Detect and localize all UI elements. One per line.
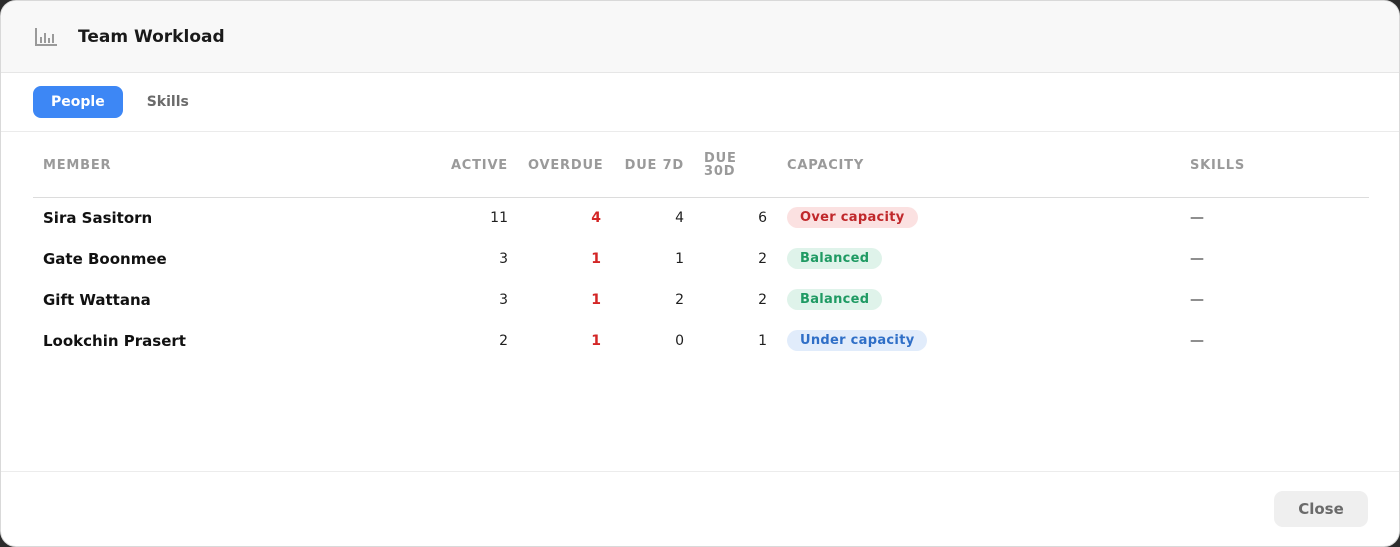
active-count: 11 <box>490 209 508 226</box>
skills-cell: — <box>1190 209 1204 226</box>
bar-chart-icon <box>34 27 58 47</box>
workload-table: Member Active Overdue Due 7D Due 30D Cap… <box>33 134 1369 361</box>
column-header-member: Member <box>33 134 436 198</box>
member-name: Lookchin Prasert <box>43 331 186 350</box>
due-7d-count: 0 <box>675 332 684 349</box>
table-header-row: Member Active Overdue Due 7D Due 30D Cap… <box>33 134 1369 198</box>
member-name: Sira Sasitorn <box>43 208 153 227</box>
capacity-badge: Balanced <box>787 248 883 269</box>
column-header-due-7d: Due 7D <box>611 134 694 198</box>
due-7d-count: 1 <box>675 250 684 267</box>
column-header-skills: Skills <box>1180 134 1369 198</box>
table-row[interactable]: Lookchin Prasert 2 1 0 1 Under capacity … <box>33 320 1369 361</box>
overdue-count: 1 <box>591 250 601 267</box>
skills-cell: — <box>1190 250 1204 267</box>
due-30d-count: 2 <box>758 250 767 267</box>
capacity-badge: Under capacity <box>787 330 928 351</box>
column-header-active: Active <box>436 134 518 198</box>
team-workload-dialog: Team Workload People Skills Member Activ… <box>0 0 1400 547</box>
overdue-count: 1 <box>591 332 601 349</box>
tab-bar: People Skills <box>1 73 1399 132</box>
due-30d-count: 1 <box>758 332 767 349</box>
capacity-cell: Under capacity <box>777 320 1180 361</box>
column-header-due-30d: Due 30D <box>694 134 777 198</box>
capacity-cell: Over capacity <box>777 197 1180 238</box>
tab-skills[interactable]: Skills <box>129 86 207 118</box>
table-row[interactable]: Sira Sasitorn 11 4 4 6 Over capacity — <box>33 197 1369 238</box>
capacity-badge: Over capacity <box>787 207 918 229</box>
close-button[interactable]: Close <box>1274 491 1368 527</box>
skills-cell: — <box>1190 332 1204 349</box>
active-count: 3 <box>499 291 508 308</box>
skills-cell: — <box>1190 291 1204 308</box>
due-7d-count: 2 <box>675 291 684 308</box>
table-row[interactable]: Gift Wattana 3 1 2 2 Balanced — <box>33 279 1369 320</box>
dialog-footer: Close <box>1 471 1399 546</box>
due-30d-count: 2 <box>758 291 767 308</box>
active-count: 2 <box>499 332 508 349</box>
overdue-count: 1 <box>591 291 601 308</box>
overdue-count: 4 <box>591 209 601 226</box>
dialog-title: Team Workload <box>78 26 225 47</box>
column-header-capacity: Capacity <box>777 134 1180 198</box>
capacity-cell: Balanced <box>777 238 1180 279</box>
capacity-cell: Balanced <box>777 279 1180 320</box>
dialog-header: Team Workload <box>1 1 1399 73</box>
capacity-badge: Balanced <box>787 289 883 310</box>
workload-table-wrap: Member Active Overdue Due 7D Due 30D Cap… <box>33 134 1369 361</box>
table-row[interactable]: Gate Boonmee 3 1 1 2 Balanced — <box>33 238 1369 279</box>
active-count: 3 <box>499 250 508 267</box>
column-header-overdue: Overdue <box>518 134 611 198</box>
due-30d-count: 6 <box>758 209 767 226</box>
tab-people[interactable]: People <box>33 86 123 118</box>
member-name: Gate Boonmee <box>43 249 167 268</box>
due-7d-count: 4 <box>675 209 684 226</box>
member-name: Gift Wattana <box>43 290 151 309</box>
